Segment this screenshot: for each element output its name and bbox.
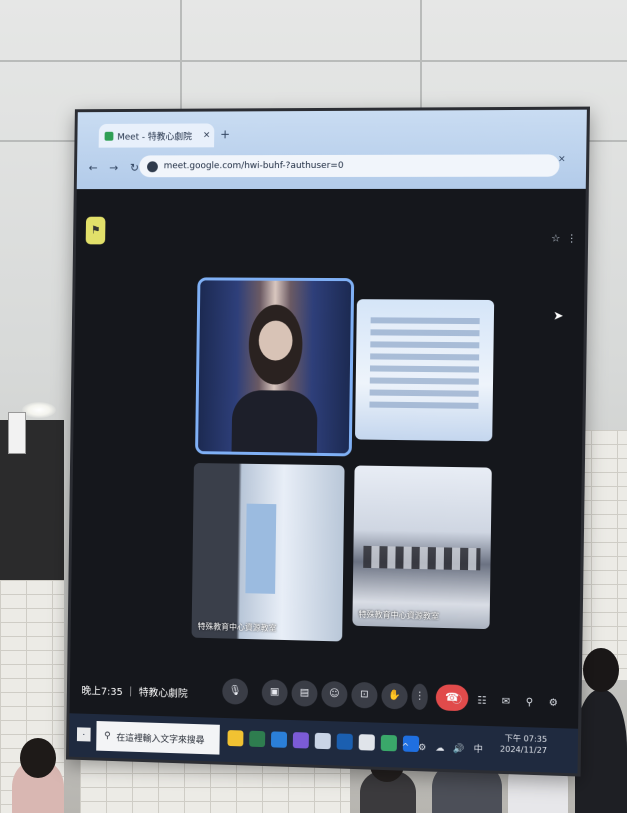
meet-taskbar-icon[interactable] bbox=[381, 735, 397, 752]
search-icon: ⚲ bbox=[104, 731, 111, 741]
person-head bbox=[20, 738, 56, 778]
meet-stage: ⚑ ☆ ⋮ ➤ 特殊教育中心資源教室 特殊教育中心資源教室 晚上7:35 ｜ 特… bbox=[69, 189, 586, 774]
meeting-clock: 晚上7:35 ｜ 特教心劇院 bbox=[81, 682, 187, 700]
new-tab-button[interactable]: + bbox=[220, 127, 230, 141]
ceiling-light bbox=[22, 402, 56, 418]
app-taskbar-icon[interactable] bbox=[315, 733, 331, 749]
taskbar-search[interactable]: ⚲ 在這裡輸入文字來搜尋 bbox=[96, 721, 220, 755]
system-tray-icons[interactable]: ^ ⚙ ☁ 🔊 中 bbox=[402, 739, 486, 755]
participant-tile[interactable] bbox=[198, 280, 351, 453]
explorer-taskbar-icon[interactable] bbox=[249, 731, 265, 747]
forward-icon[interactable]: → bbox=[109, 161, 118, 174]
browser-menu-icon[interactable]: ⋮ bbox=[566, 233, 576, 244]
address-bar[interactable]: meet.google.com/hwi-buhf-?authuser=0 bbox=[139, 154, 559, 177]
meet-info-icon[interactable]: ⚑ bbox=[86, 217, 106, 245]
captions-button[interactable]: ▤ bbox=[291, 680, 317, 707]
site-info-icon[interactable] bbox=[147, 161, 158, 172]
windows-start-icon[interactable] bbox=[77, 727, 91, 741]
tab-title: Meet - 特教心劇院 bbox=[117, 129, 192, 142]
url-text: meet.google.com/hwi-buhf-?authuser=0 bbox=[164, 161, 344, 171]
more-options-button[interactable]: ⋮ bbox=[411, 683, 428, 710]
browser-tab[interactable]: Meet - 特教心劇院 × bbox=[99, 123, 215, 147]
participant-tile[interactable] bbox=[355, 299, 494, 441]
search-placeholder: 在這裡輸入文字來搜尋 bbox=[116, 730, 204, 746]
projector bbox=[8, 412, 26, 454]
person-head bbox=[583, 648, 619, 692]
mic-button[interactable]: 🎙 bbox=[222, 678, 248, 705]
tile-name: 特殊教育中心資源教室 bbox=[358, 609, 439, 622]
side-panel-icons[interactable]: ⓘ ☷ ✉ ⚲ ⚙ bbox=[452, 691, 565, 709]
classroom-people bbox=[363, 546, 480, 571]
tv-monitor: Meet - 特教心劇院 × + – ▢ × ← → ↻ meet.google… bbox=[66, 107, 590, 777]
app-taskbar-icon[interactable] bbox=[337, 733, 353, 750]
raise-hand-button[interactable]: ✋ bbox=[381, 683, 408, 710]
present-button[interactable]: ⊡ bbox=[351, 682, 377, 709]
room-object bbox=[245, 504, 276, 594]
ceiling-line bbox=[0, 60, 627, 62]
participant-tile[interactable]: 特殊教育中心資源教室 bbox=[192, 463, 345, 642]
app-taskbar-icon[interactable] bbox=[293, 732, 309, 748]
taskbar-clock[interactable]: 下午 07:35 2024/11/27 bbox=[500, 732, 547, 756]
chrome-taskbar-icon[interactable] bbox=[227, 730, 243, 746]
ceiling-line bbox=[180, 0, 182, 120]
person bbox=[575, 690, 627, 813]
tile-name: 特殊教育中心資源教室 bbox=[198, 621, 277, 634]
emoji-button[interactable]: ☺ bbox=[321, 681, 347, 708]
camera-button[interactable]: ▣ bbox=[262, 679, 288, 706]
participant-tile[interactable]: 特殊教育中心資源教室 bbox=[352, 465, 491, 629]
back-icon[interactable]: ← bbox=[89, 161, 98, 174]
app-taskbar-icon[interactable] bbox=[359, 734, 375, 751]
ceiling-line bbox=[420, 0, 422, 120]
edge-taskbar-icon[interactable] bbox=[271, 731, 287, 747]
document-content bbox=[369, 317, 479, 409]
bookmark-star-icon[interactable]: ☆ bbox=[551, 233, 560, 244]
mouse-cursor-icon: ➤ bbox=[553, 308, 564, 322]
participant-body bbox=[231, 390, 317, 453]
reload-icon[interactable]: ↻ bbox=[130, 161, 139, 174]
taskbar-date: 2024/11/27 bbox=[500, 744, 547, 757]
tab-close-icon[interactable]: × bbox=[203, 130, 211, 140]
tab-strip: Meet - 特教心劇院 × + – ▢ × bbox=[77, 110, 587, 148]
meet-favicon-icon bbox=[105, 131, 114, 140]
